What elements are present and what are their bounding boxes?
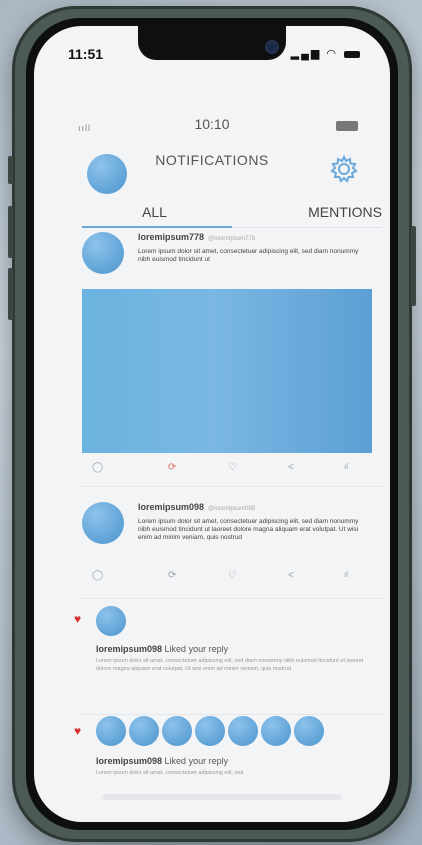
divider bbox=[82, 598, 382, 599]
volume-down-button bbox=[8, 268, 13, 320]
avatar[interactable] bbox=[82, 502, 124, 544]
share-icon[interactable]: < bbox=[288, 462, 294, 473]
avatar[interactable] bbox=[129, 716, 159, 746]
heart-icon: ♥ bbox=[74, 724, 82, 738]
avatar[interactable] bbox=[162, 716, 192, 746]
like-icon[interactable]: ♡ bbox=[228, 570, 237, 581]
notification-headline: loremipsum098 Liked your reply bbox=[96, 756, 228, 766]
stats-icon[interactable]: ıl bbox=[344, 462, 348, 471]
divider bbox=[82, 486, 382, 487]
avatar[interactable] bbox=[261, 716, 291, 746]
like-icon[interactable]: ♡ bbox=[228, 462, 237, 473]
gear-icon[interactable] bbox=[330, 155, 358, 183]
notification-item[interactable]: loremipsum098 Liked your reply Lorem ips… bbox=[96, 644, 376, 704]
reply-icon[interactable]: ◯ bbox=[92, 570, 103, 581]
post-handle: @loremipsum778 bbox=[208, 236, 256, 242]
post-handle: @loremipsum098 bbox=[208, 506, 256, 512]
tab-all[interactable]: ALL bbox=[142, 204, 167, 220]
os-battery-icon bbox=[344, 51, 360, 58]
post-username[interactable]: loremipsum098 bbox=[138, 502, 204, 512]
os-clock: 11:51 bbox=[68, 46, 104, 62]
mute-switch bbox=[8, 156, 13, 184]
phone-bezel: 11:51 ▂▄▆ ◠ ııll 10:10 NOTIFICATIONS ALL… bbox=[26, 18, 398, 830]
post-header: loremipsum778 @loremipsum778 bbox=[138, 232, 255, 242]
avatar[interactable] bbox=[96, 606, 126, 636]
retweet-icon[interactable]: ⟳ bbox=[168, 462, 176, 473]
scroll-indicator[interactable] bbox=[102, 794, 342, 800]
post-username[interactable]: loremipsum778 bbox=[138, 232, 204, 242]
avatar[interactable] bbox=[294, 716, 324, 746]
divider bbox=[82, 714, 382, 715]
post-text: Lorem ipsum dolor sit amet, consectetuer… bbox=[138, 518, 359, 541]
post-text: Lorem ipsum dolor sit amet, consectetuer… bbox=[138, 248, 359, 263]
avatar[interactable] bbox=[82, 232, 124, 274]
post-image[interactable] bbox=[82, 289, 372, 453]
notification-headline: loremipsum098 Liked your reply bbox=[96, 644, 228, 654]
app-battery-icon bbox=[336, 121, 358, 131]
notification-username[interactable]: loremipsum098 bbox=[96, 644, 162, 654]
stats-icon[interactable]: ıl bbox=[344, 570, 348, 579]
post-actions: ◯ ⟳ ♡ < ıl bbox=[82, 570, 372, 584]
notch bbox=[138, 26, 286, 60]
reply-icon[interactable]: ◯ bbox=[92, 462, 103, 473]
notification-text: Lorem ipsum dolor sit amet, consectetuer… bbox=[96, 658, 364, 672]
share-icon[interactable]: < bbox=[288, 570, 294, 581]
retweet-icon[interactable]: ⟳ bbox=[168, 570, 176, 581]
volume-up-button bbox=[8, 206, 13, 258]
heart-icon: ♥ bbox=[74, 612, 82, 626]
screen: 11:51 ▂▄▆ ◠ ııll 10:10 NOTIFICATIONS ALL… bbox=[34, 26, 390, 822]
notification-item[interactable]: loremipsum098 Liked your reply Lorem ips… bbox=[96, 756, 376, 786]
front-camera bbox=[267, 42, 277, 52]
avatar[interactable] bbox=[195, 716, 225, 746]
power-button bbox=[411, 226, 416, 306]
notification-action: Liked your reply bbox=[164, 756, 229, 766]
notification-text: Lorem ipsum dolor sit amet, consectetuer… bbox=[96, 770, 244, 776]
avatar[interactable] bbox=[96, 716, 126, 746]
post-actions: ◯ ⟳ ♡ < ıl bbox=[82, 462, 372, 476]
active-tab-indicator bbox=[82, 226, 232, 228]
avatar[interactable] bbox=[228, 716, 258, 746]
tab-mentions[interactable]: MENTIONS bbox=[308, 204, 382, 220]
notification-username[interactable]: loremipsum098 bbox=[96, 756, 162, 766]
phone-frame: 11:51 ▂▄▆ ◠ ııll 10:10 NOTIFICATIONS ALL… bbox=[8, 6, 416, 842]
notification-action: Liked your reply bbox=[164, 644, 229, 654]
tab-bar: ALL MENTIONS bbox=[82, 202, 382, 228]
os-signal-wifi-icons: ▂▄▆ ◠ bbox=[290, 48, 338, 60]
post-header: loremipsum098 @loremipsum098 bbox=[138, 502, 255, 512]
